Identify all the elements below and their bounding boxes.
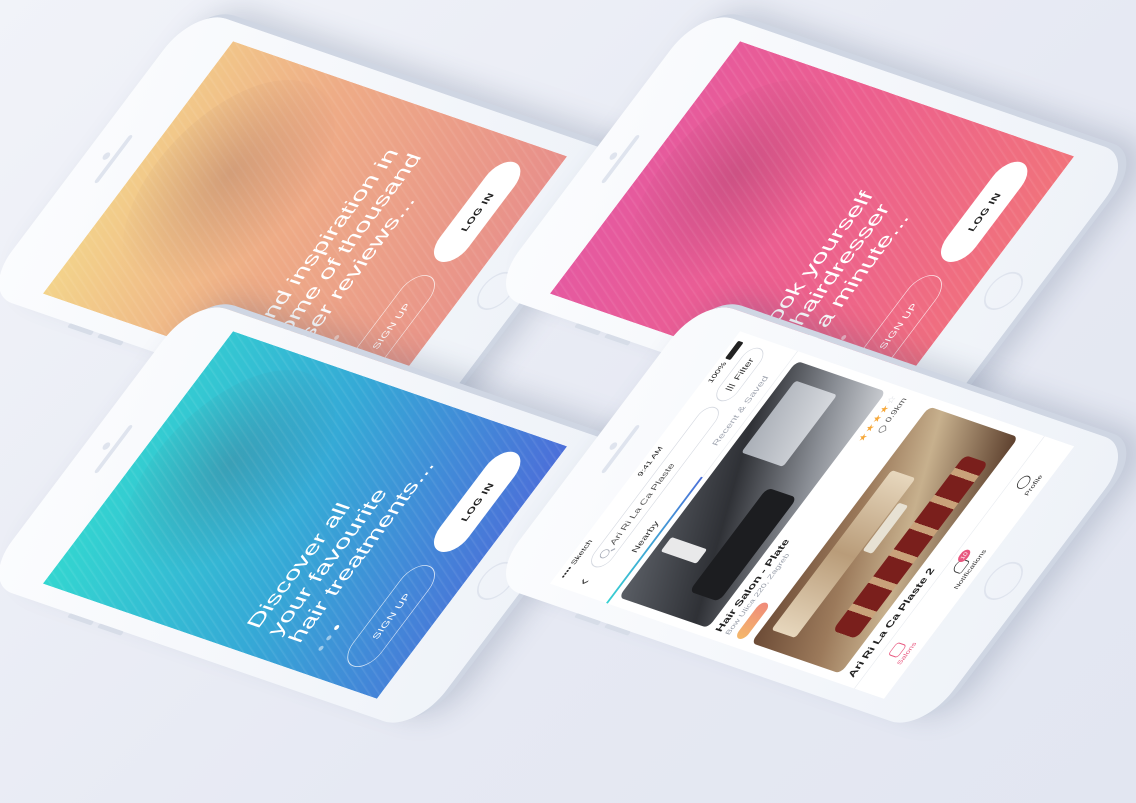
volume-up-button xyxy=(574,613,602,626)
mockup-scene: Find inspiration in some of thousand use… xyxy=(0,0,1136,803)
volume-up-button xyxy=(67,613,95,626)
volume-up-button xyxy=(574,323,602,336)
photo-lamp xyxy=(660,537,708,564)
notification-count-badge: 10 xyxy=(955,548,973,564)
onboarding-screen: Discover all your favourite hair treatme… xyxy=(42,331,568,699)
screen: Discover all your favourite hair treatme… xyxy=(42,331,568,699)
back-icon[interactable]: ‹ xyxy=(574,571,597,587)
filter-icon: ||| xyxy=(724,382,737,392)
pin-icon xyxy=(878,423,886,435)
volume-up-button xyxy=(67,323,95,336)
phone-explore-salons: •••• Sketch 9:41 AM 100% ‹ ||| Filter xyxy=(487,298,1136,732)
screen: •••• Sketch 9:41 AM 100% ‹ ||| Filter xyxy=(549,331,1075,699)
volume-down-button xyxy=(604,623,631,636)
volume-down-button xyxy=(604,333,631,346)
phone-onboarding-treatments: Discover all your favourite hair treatme… xyxy=(0,298,630,732)
search-icon xyxy=(597,548,612,560)
volume-down-button xyxy=(97,333,124,346)
speaker-grille xyxy=(93,134,134,184)
speaker-grille xyxy=(600,424,641,474)
speaker-grille xyxy=(93,424,134,474)
volume-down-button xyxy=(97,623,124,636)
speaker-grille xyxy=(600,134,641,184)
